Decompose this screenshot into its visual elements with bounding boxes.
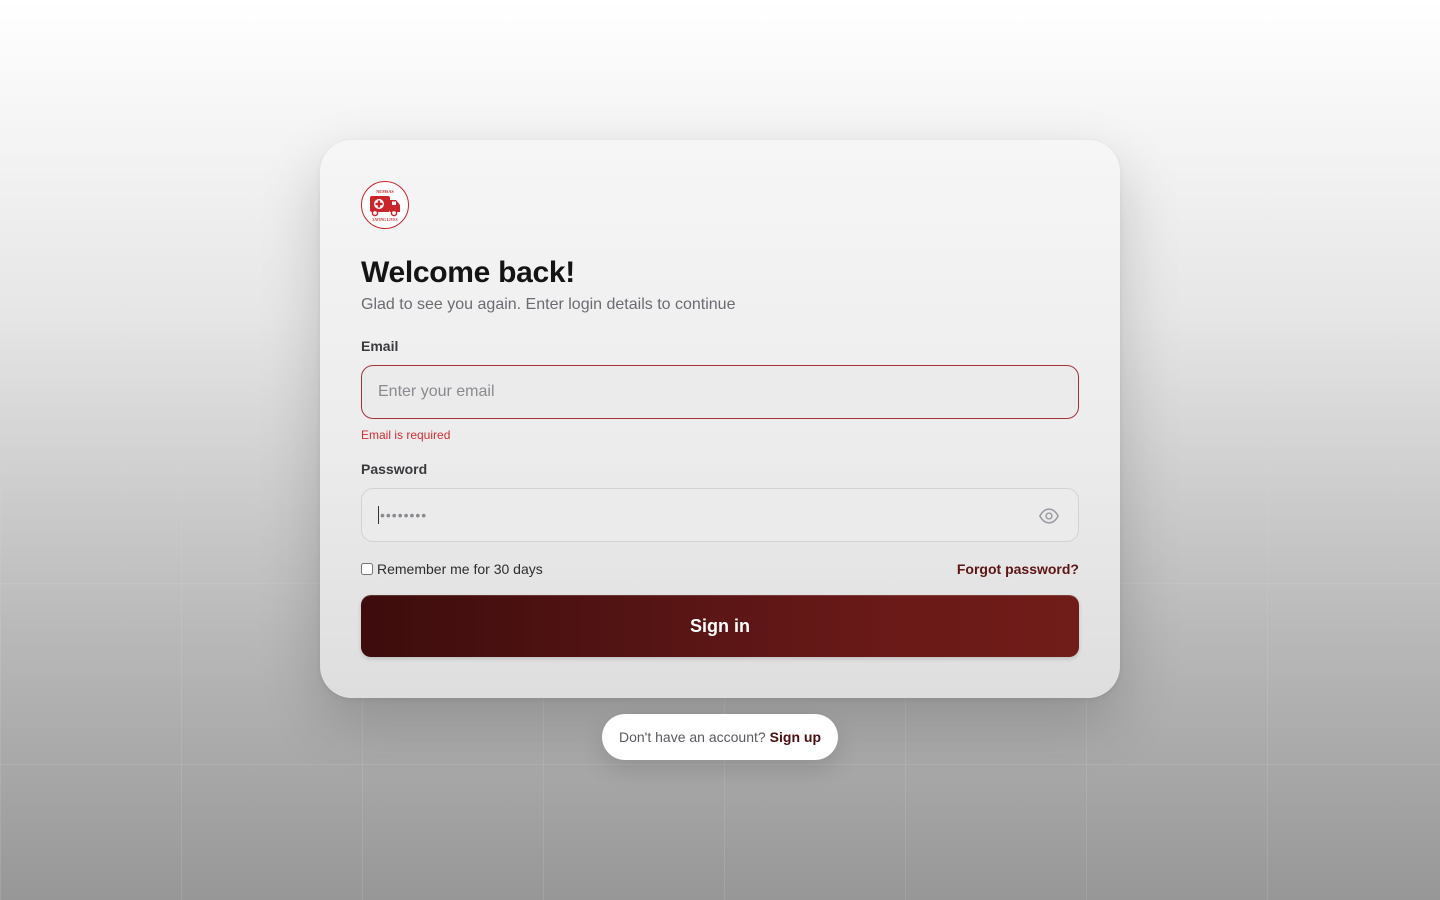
password-input[interactable]: •••••••• — [362, 506, 427, 524]
sign-in-button[interactable]: Sign in — [361, 595, 1079, 657]
page-subtitle: Glad to see you again. Enter login detai… — [361, 296, 736, 313]
ambulance-icon: NEMSAS SAVING LIVES — [370, 189, 400, 222]
password-field[interactable]: •••••••• — [361, 488, 1079, 542]
email-error-message: Email is required — [361, 428, 451, 442]
email-label: Email — [361, 338, 399, 354]
brand-logo: NEMSAS SAVING LIVES — [361, 181, 409, 229]
svg-text:NEMSAS: NEMSAS — [376, 189, 394, 194]
remember-me-checkbox[interactable] — [361, 563, 373, 575]
login-card: NEMSAS SAVING LIVES Welcome back! Glad t… — [320, 140, 1120, 698]
eye-icon[interactable] — [1038, 505, 1060, 527]
page-title: Welcome back! — [361, 256, 575, 289]
signup-prompt: Don't have an account? Sign up — [602, 714, 838, 760]
signup-prompt-text: Don't have an account? — [619, 729, 766, 745]
remember-me[interactable]: Remember me for 30 days — [361, 561, 543, 577]
sign-up-link[interactable]: Sign up — [770, 729, 821, 745]
email-input[interactable] — [362, 366, 1078, 418]
svg-text:SAVING LIVES: SAVING LIVES — [372, 218, 397, 222]
email-field-wrapper — [361, 365, 1079, 419]
text-caret — [378, 506, 379, 524]
password-masked-value: •••••••• — [380, 507, 428, 523]
form-options-row: Remember me for 30 days Forgot password? — [361, 560, 1079, 578]
forgot-password-link[interactable]: Forgot password? — [957, 561, 1079, 577]
remember-me-label: Remember me for 30 days — [377, 561, 543, 577]
password-label: Password — [361, 461, 428, 477]
